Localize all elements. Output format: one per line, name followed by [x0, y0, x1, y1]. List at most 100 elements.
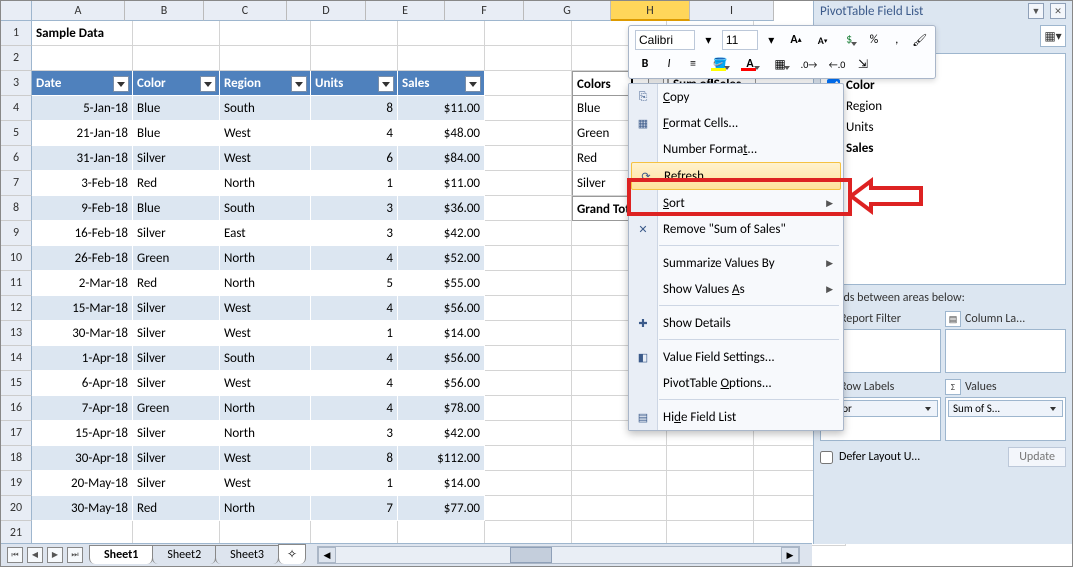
column-header-H[interactable]: H — [611, 1, 690, 21]
column-header-G[interactable]: G — [524, 1, 611, 21]
menu-refresh[interactable]: ⟳Refresh — [631, 162, 841, 190]
cell-B20[interactable]: Red — [133, 496, 220, 521]
menu-number-format[interactable]: Number Format... — [629, 136, 843, 162]
row-header-10[interactable]: 10 — [1, 246, 32, 271]
cell-F2[interactable] — [485, 46, 572, 71]
cell-D8[interactable]: 3 — [311, 196, 398, 221]
cell-B19[interactable]: Silver — [133, 471, 220, 496]
field-sales[interactable]: Sales — [821, 138, 1065, 159]
cell-A7[interactable]: 3-Feb-18 — [32, 171, 133, 196]
select-all-corner[interactable] — [1, 1, 32, 21]
cell-F1[interactable] — [485, 21, 572, 46]
cell-C14[interactable]: South — [220, 346, 311, 371]
cell-A5[interactable]: 21-Jan-18 — [32, 121, 133, 146]
shrink-font-icon[interactable]: A▾ — [811, 30, 834, 50]
cell-F5[interactable] — [485, 121, 572, 146]
cell-A11[interactable]: 2-Mar-18 — [32, 271, 133, 296]
cell-C17[interactable]: North — [220, 421, 311, 446]
cell-C2[interactable] — [220, 46, 311, 71]
row-header-9[interactable]: 9 — [1, 221, 32, 246]
row-header-1[interactable]: 1 — [1, 21, 32, 46]
hscroll-left[interactable]: ◀ — [318, 547, 336, 563]
fill-color-icon[interactable]: 🪣 — [707, 54, 733, 74]
cell-B13[interactable]: Silver — [133, 321, 220, 346]
cell-E4[interactable]: $11.00 — [398, 96, 485, 121]
cell-C10[interactable]: North — [220, 246, 311, 271]
cell-D3[interactable]: Units — [311, 71, 398, 96]
cell-E11[interactable]: $55.00 — [398, 271, 485, 296]
cell-D17[interactable]: 3 — [311, 421, 398, 446]
cell-C16[interactable]: North — [220, 396, 311, 421]
cell-A14[interactable]: 1-Apr-18 — [32, 346, 133, 371]
cell-A2[interactable] — [32, 46, 133, 71]
sheet-tab-sheet1[interactable]: Sheet1 — [89, 545, 153, 564]
cell-E19[interactable]: $14.00 — [398, 471, 485, 496]
font-name-input[interactable] — [635, 30, 695, 50]
cell-E2[interactable] — [398, 46, 485, 71]
cell-B16[interactable]: Green — [133, 396, 220, 421]
row-header-14[interactable]: 14 — [1, 346, 32, 371]
cell-D2[interactable] — [311, 46, 398, 71]
cell-A17[interactable]: 15-Apr-18 — [32, 421, 133, 446]
cell-D12[interactable]: 4 — [311, 296, 398, 321]
cell-C6[interactable]: West — [220, 146, 311, 171]
cell-E17[interactable]: $42.00 — [398, 421, 485, 446]
cell-B4[interactable]: Blue — [133, 96, 220, 121]
row-header-17[interactable]: 17 — [1, 421, 32, 446]
cell-F7[interactable] — [485, 171, 572, 196]
row-header-13[interactable]: 13 — [1, 321, 32, 346]
menu-pt-options[interactable]: PivotTable Options... — [629, 370, 843, 396]
cell-D20[interactable]: 7 — [311, 496, 398, 521]
cell-C7[interactable]: North — [220, 171, 311, 196]
field-units[interactable]: Units — [821, 117, 1065, 138]
panel-close-icon[interactable]: ✕ — [1050, 3, 1066, 19]
cell-F12[interactable] — [485, 296, 572, 321]
cell-D19[interactable]: 1 — [311, 471, 398, 496]
cell-D10[interactable]: 4 — [311, 246, 398, 271]
row-header-12[interactable]: 12 — [1, 296, 32, 321]
cell-C15[interactable]: West — [220, 371, 311, 396]
column-header-A[interactable]: A — [32, 1, 125, 21]
cell-A10[interactable]: 26-Feb-18 — [32, 246, 133, 271]
cell-C12[interactable]: West — [220, 296, 311, 321]
sheet-nav-next[interactable]: ▶ — [47, 547, 63, 563]
panel-dropdown-icon[interactable]: ▼ — [1028, 3, 1044, 19]
row-header-11[interactable]: 11 — [1, 271, 32, 296]
format-painter-icon[interactable]: 🖌 — [910, 30, 929, 50]
cell-C20[interactable]: North — [220, 496, 311, 521]
cell-A4[interactable]: 5-Jan-18 — [32, 96, 133, 121]
cell-F13[interactable] — [485, 321, 572, 346]
cell-B18[interactable]: Silver — [133, 446, 220, 471]
cell-H19[interactable] — [667, 471, 754, 496]
cell-B11[interactable]: Red — [133, 271, 220, 296]
cell-D11[interactable]: 5 — [311, 271, 398, 296]
cell-F6[interactable] — [485, 146, 572, 171]
cell-C8[interactable]: South — [220, 196, 311, 221]
cell-D1[interactable] — [311, 21, 398, 46]
font-name-dropdown-icon[interactable]: ▾ — [699, 30, 718, 50]
currency-format-icon[interactable]: $ — [838, 30, 861, 50]
cell-F15[interactable] — [485, 371, 572, 396]
cell-C19[interactable]: West — [220, 471, 311, 496]
cell-F4[interactable] — [485, 96, 572, 121]
sheet-tab-sheet3[interactable]: Sheet3 — [215, 545, 279, 564]
cell-F20[interactable] — [485, 496, 572, 521]
cell-A15[interactable]: 6-Apr-18 — [32, 371, 133, 396]
horizontal-scrollbar[interactable]: ◀ ▶ — [317, 546, 800, 564]
cell-E15[interactable]: $56.00 — [398, 371, 485, 396]
cell-A20[interactable]: 30-May-18 — [32, 496, 133, 521]
cell-C5[interactable]: West — [220, 121, 311, 146]
percent-format-icon[interactable]: % — [864, 30, 883, 50]
column-header-B[interactable]: B — [125, 1, 204, 21]
cell-D9[interactable]: 3 — [311, 221, 398, 246]
sheet-nav-first[interactable]: ⏮ — [7, 547, 23, 563]
cell-C4[interactable]: South — [220, 96, 311, 121]
cell-D7[interactable]: 1 — [311, 171, 398, 196]
row-header-5[interactable]: 5 — [1, 121, 32, 146]
cell-A1[interactable]: Sample Data — [32, 21, 133, 46]
pill-sum-of-sales[interactable]: Sum of S... — [948, 400, 1063, 417]
column-header-D[interactable]: D — [287, 1, 366, 21]
bold-icon[interactable]: B — [635, 54, 655, 74]
cell-B14[interactable]: Silver — [133, 346, 220, 371]
field-region[interactable]: Region — [821, 96, 1065, 117]
